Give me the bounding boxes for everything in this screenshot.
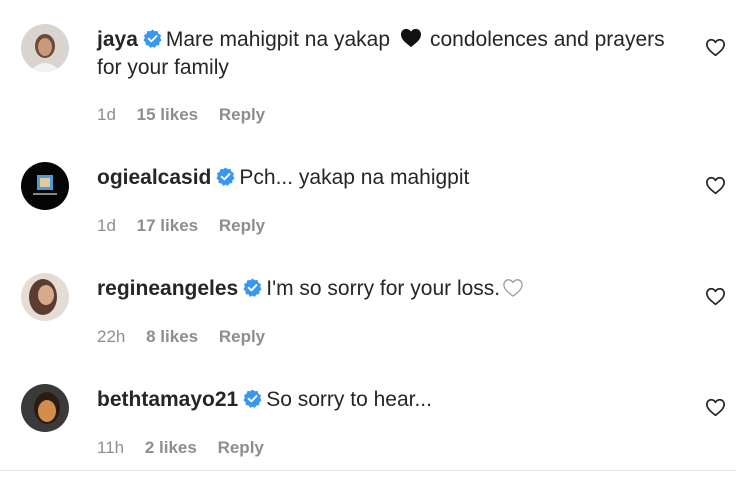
reply-button[interactable]: Reply	[219, 105, 265, 124]
reply-button[interactable]: Reply	[219, 327, 265, 346]
heart-outline-icon[interactable]	[705, 287, 726, 306]
comment-likes[interactable]: 2 likes	[145, 438, 197, 457]
comment-time[interactable]: 22h	[97, 327, 125, 346]
comment-meta: 1d 17 likes Reply	[97, 216, 281, 236]
reply-button[interactable]: Reply	[218, 438, 264, 457]
avatar[interactable]	[21, 384, 69, 432]
comment-username[interactable]: regineangeles	[97, 277, 238, 300]
white-heart-icon	[503, 279, 523, 297]
avatar[interactable]	[21, 273, 69, 321]
comment-username[interactable]: bethtamayo21	[97, 388, 238, 411]
comment-username[interactable]: ogiealcasid	[97, 166, 211, 189]
heart-outline-icon[interactable]	[705, 176, 726, 195]
divider	[0, 470, 736, 471]
reply-button[interactable]: Reply	[219, 216, 265, 235]
comment-item: bethtamayo21 So sorry to hear... 11h 2 li…	[0, 0, 736, 457]
avatar[interactable]	[21, 162, 69, 210]
comment-body: regineangeles I'm so sorry for your loss.	[97, 275, 687, 303]
comment-likes[interactable]: 8 likes	[146, 327, 198, 346]
comment-body: ogiealcasid Pch... yakap na mahigpit	[97, 164, 687, 192]
comment-body: bethtamayo21 So sorry to hear...	[97, 386, 687, 414]
comment-meta: 1d 15 likes Reply	[97, 105, 281, 125]
comment-text: I'm so sorry for your loss.	[266, 277, 501, 300]
comment-text: So sorry to hear...	[266, 388, 432, 411]
verified-badge-icon	[243, 389, 262, 408]
comment-meta: 11h 2 likes Reply	[97, 438, 280, 458]
comment-time[interactable]: 11h	[97, 438, 124, 457]
comment-text: Pch... yakap na mahigpit	[239, 166, 470, 189]
verified-badge-icon	[243, 278, 262, 297]
comment-time[interactable]: 1d	[97, 105, 116, 124]
comment-likes[interactable]: 15 likes	[137, 105, 198, 124]
verified-badge-icon	[216, 167, 235, 186]
comment-likes[interactable]: 17 likes	[137, 216, 198, 235]
comment-time[interactable]: 1d	[97, 216, 116, 235]
heart-outline-icon[interactable]	[705, 398, 726, 417]
comment-meta: 22h 8 likes Reply	[97, 327, 281, 347]
